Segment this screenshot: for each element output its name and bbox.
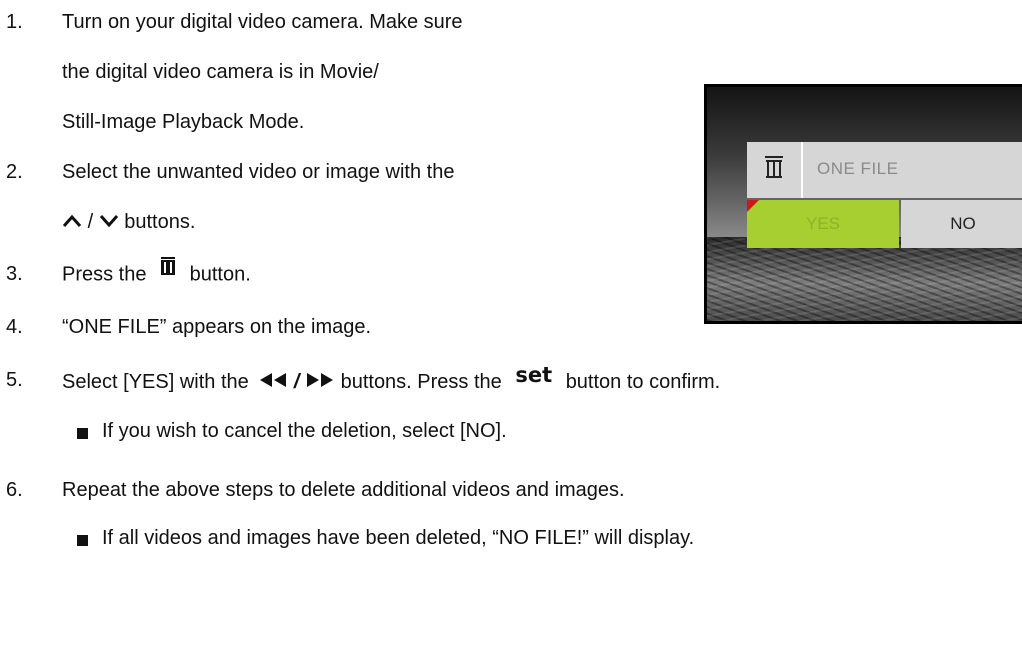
bullet-square <box>77 428 88 439</box>
step-number: 5. <box>6 369 23 391</box>
step-number: 1. <box>6 11 23 33</box>
step-text-line: / buttons. <box>62 211 195 234</box>
no-option-label: NO <box>950 214 976 233</box>
step-number: 6. <box>6 479 23 501</box>
dialog-icon-cell <box>747 142 803 198</box>
dialog-title-row: ONE FILE <box>747 142 1022 198</box>
step-text: Press the <box>62 263 147 286</box>
chevron-up-icon <box>62 211 82 234</box>
fast-forward-icon <box>305 371 335 394</box>
yes-option-label: YES <box>805 214 841 233</box>
step-text-line: Repeat the above steps to delete additio… <box>62 479 625 501</box>
trash-icon <box>160 257 176 281</box>
step-text-line: Still-Image Playback Mode. <box>62 111 305 133</box>
camera-screen-illustration: ONE FILE YES NO <box>704 84 1022 324</box>
step-text-line: the digital video camera is in Movie/ <box>62 61 379 83</box>
trash-icon <box>763 155 785 185</box>
no-option[interactable]: NO <box>901 200 1022 248</box>
step-text-line: “ONE FILE” appears on the image. <box>62 316 372 338</box>
yes-option[interactable]: YES <box>747 200 899 248</box>
step-text-line: Select [YES] with the / buttons. Press t… <box>62 363 721 394</box>
step-number: 2. <box>6 161 23 183</box>
step-text: buttons. <box>124 211 196 233</box>
delete-dialog: ONE FILE YES NO <box>747 142 1022 250</box>
dialog-options-row: YES NO <box>747 200 1022 248</box>
step-number: 4. <box>6 316 23 338</box>
step-text-line: Select the unwanted video or image with … <box>62 161 455 183</box>
chevron-down-icon <box>99 211 119 234</box>
set-button-label: set <box>515 363 553 387</box>
step-text: button. <box>189 263 251 286</box>
step-note: If you wish to cancel the deletion, sele… <box>102 420 507 442</box>
step-text-line: Press the button. <box>62 257 251 287</box>
step-text: button to confirm. <box>565 371 721 393</box>
step-text: buttons. Press the <box>340 371 502 393</box>
separator-slash: / <box>293 371 300 393</box>
step-text-line: Turn on your digital video camera. Make … <box>62 11 463 33</box>
bullet-square <box>77 535 88 546</box>
separator-slash: / <box>87 211 94 233</box>
step-text: Select [YES] with the <box>62 371 249 393</box>
rewind-icon <box>258 371 288 394</box>
step-number: 3. <box>6 263 23 285</box>
dialog-title: ONE FILE <box>817 159 899 178</box>
step-note: If all videos and images have been delet… <box>102 527 695 549</box>
selection-marker <box>747 200 759 212</box>
